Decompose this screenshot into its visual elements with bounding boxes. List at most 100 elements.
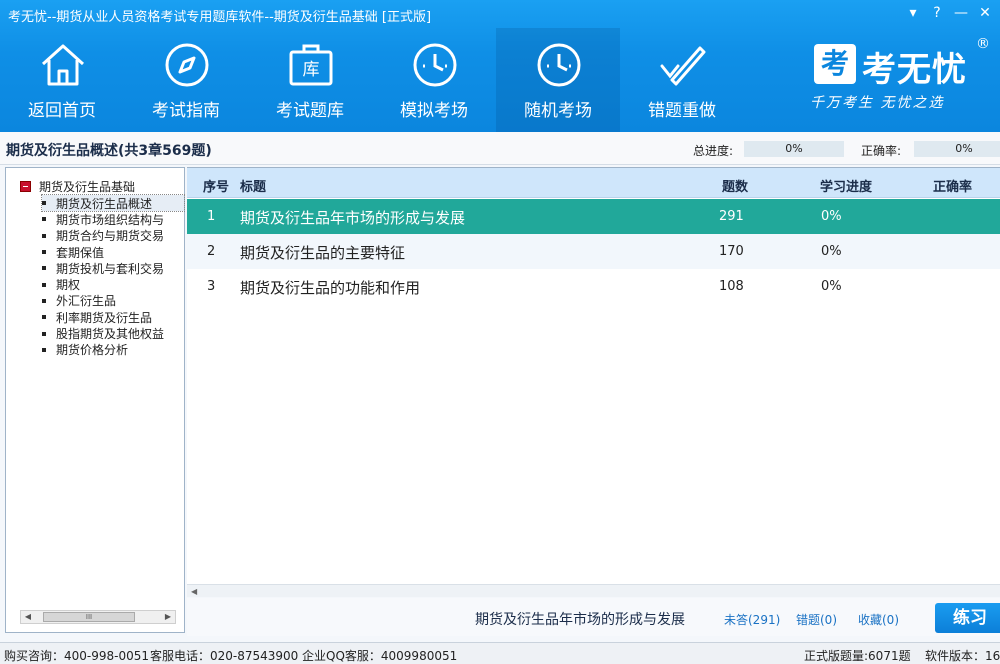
clock-icon bbox=[413, 43, 457, 87]
compass-icon bbox=[165, 43, 209, 87]
table-row[interactable]: 1 期货及衍生品年市场的形成与发展 291 0% bbox=[187, 199, 1000, 234]
tree-item[interactable]: 期货及衍生品概述 bbox=[41, 193, 185, 213]
table-row[interactable]: 3 期货及衍生品的功能和作用 108 0% bbox=[187, 269, 1000, 304]
row-title: 期货及衍生品的主要特征 bbox=[240, 244, 406, 262]
scroll-left-icon[interactable]: ◀ bbox=[191, 585, 197, 598]
col-progress: 学习进度 bbox=[820, 180, 873, 195]
exam-guide-label: 考试指南 bbox=[152, 101, 220, 121]
logo-slogan: 千万考生 无忧之选 bbox=[810, 95, 945, 111]
row-count: 291 bbox=[719, 209, 744, 224]
row-no: 2 bbox=[207, 244, 216, 259]
total-progress-bar: 0% bbox=[744, 141, 844, 157]
chapter-table: 序号 标题 题数 学习进度 正确率 1 期货及衍生品年市场的形成与发展 291 … bbox=[187, 167, 1000, 597]
scroll-left-icon[interactable]: ◀ bbox=[21, 611, 35, 623]
practice-button[interactable]: 练习 bbox=[935, 603, 1000, 633]
redo-wrong-button[interactable]: 错题重做 bbox=[620, 28, 744, 132]
scroll-thumb[interactable]: III bbox=[43, 612, 135, 622]
col-no: 序号 bbox=[203, 180, 230, 195]
tree-item-label: 期货价格分析 bbox=[56, 343, 129, 358]
tree-item[interactable]: 套期保值 bbox=[42, 244, 184, 260]
unanswered-link[interactable]: 未答(291) bbox=[724, 611, 780, 628]
tree-item[interactable]: 期货投机与套利交易 bbox=[42, 260, 184, 276]
bullet-icon bbox=[42, 266, 46, 271]
home-label: 返回首页 bbox=[28, 101, 96, 121]
tree-item-label: 外汇衍生品 bbox=[56, 294, 117, 309]
question-count: 正式版题量:6071题 bbox=[804, 649, 911, 663]
brand-logo: 考 考无忧 ® 千万考生 无忧之选 bbox=[804, 36, 994, 116]
tree-horizontal-scrollbar[interactable]: ◀ III ▶ bbox=[20, 610, 176, 624]
minimize-button[interactable]: — bbox=[952, 4, 970, 22]
tree-item[interactable]: 利率期货及衍生品 bbox=[42, 309, 184, 325]
tree-item-label: 股指期货及其他权益 bbox=[56, 327, 165, 342]
row-progress: 0% bbox=[821, 209, 842, 224]
bullet-icon bbox=[42, 298, 46, 303]
wrong-questions-link[interactable]: 错题(0) bbox=[796, 611, 837, 628]
exam-guide-button[interactable]: 考试指南 bbox=[124, 28, 248, 132]
row-progress: 0% bbox=[821, 279, 842, 294]
col-accuracy: 正确率 bbox=[933, 180, 973, 195]
help-button[interactable]: ? bbox=[928, 4, 946, 22]
window-title: 考无忧--期货从业人员资格考试专用题库软件--期货及衍生品基础 [正式版] bbox=[8, 10, 432, 25]
accuracy-label: 正确率: bbox=[861, 144, 902, 158]
title-bar: 考无忧--期货从业人员资格考试专用题库软件--期货及衍生品基础 [正式版] ▾ … bbox=[0, 0, 1000, 28]
question-bank-button[interactable]: 库 考试题库 bbox=[248, 28, 372, 132]
total-progress-label: 总进度: bbox=[693, 144, 734, 158]
row-count: 170 bbox=[719, 244, 744, 259]
check-pencil-icon bbox=[660, 46, 706, 86]
question-bank-icon: 库 bbox=[289, 44, 333, 86]
row-no: 1 bbox=[207, 209, 216, 224]
purchase-hotline: 购买咨询：400-998-0051 bbox=[4, 649, 150, 663]
row-title: 期货及衍生品的功能和作用 bbox=[240, 279, 421, 297]
chapter-tree: 期货及衍生品基础 期货及衍生品概述 期货市场组织结构与 期货合约与期货交易 套期… bbox=[5, 167, 185, 633]
random-exam-button[interactable]: 随机考场 bbox=[496, 28, 620, 132]
tree-item[interactable]: 外汇衍生品 bbox=[42, 293, 184, 309]
collapse-icon[interactable] bbox=[20, 181, 31, 192]
main-toolbar: 返回首页 考试指南 库 考试题库 模拟考场 随机考场 错题重做 bbox=[0, 28, 760, 132]
bullet-icon bbox=[42, 347, 46, 352]
table-row[interactable]: 2 期货及衍生品的主要特征 170 0% bbox=[187, 234, 1000, 269]
clock-icon bbox=[537, 43, 581, 87]
col-title: 标题 bbox=[240, 180, 267, 195]
registered-mark: ® bbox=[976, 36, 990, 52]
home-button[interactable]: 返回首页 bbox=[0, 28, 124, 132]
software-version: 软件版本：16 bbox=[925, 649, 1000, 663]
tree-item[interactable]: 期货价格分析 bbox=[42, 342, 184, 358]
header-strip: 期货及衍生品概述(共3章569题) 总进度: 0% 正确率: 0% bbox=[0, 132, 1000, 165]
page-title: 期货及衍生品概述(共3章569题) bbox=[6, 143, 212, 159]
favorites-link[interactable]: 收藏(0) bbox=[858, 611, 899, 628]
col-count: 题数 bbox=[722, 180, 749, 195]
accuracy-bar: 0% bbox=[914, 141, 1000, 157]
row-title: 期货及衍生品年市场的形成与发展 bbox=[240, 209, 466, 227]
tree-item[interactable]: 期货市场组织结构与 bbox=[42, 211, 184, 227]
row-count: 108 bbox=[719, 279, 744, 294]
tree-item[interactable]: 期货合约与期货交易 bbox=[42, 228, 184, 244]
mock-exam-label: 模拟考场 bbox=[400, 101, 468, 121]
selected-chapter-title: 期货及衍生品年市场的形成与发展 bbox=[475, 612, 685, 628]
service-phone: 客服电话：020-87543900 bbox=[150, 649, 299, 663]
tree-list: 期货及衍生品概述 期货市场组织结构与 期货合约与期货交易 套期保值 期货投机与套… bbox=[41, 193, 185, 358]
scroll-right-icon[interactable]: ▶ bbox=[161, 611, 175, 623]
question-bank-label: 考试题库 bbox=[276, 101, 344, 121]
table-header: 序号 标题 题数 学习进度 正确率 bbox=[187, 168, 1000, 198]
tree-item-label: 期货市场组织结构与 bbox=[56, 212, 165, 227]
bullet-icon bbox=[42, 233, 46, 238]
tree-item-label: 利率期货及衍生品 bbox=[56, 310, 153, 325]
menu-dropdown-button[interactable]: ▾ bbox=[904, 4, 922, 22]
close-button[interactable]: ✕ bbox=[976, 4, 994, 22]
tree-item-label: 套期保值 bbox=[56, 245, 105, 260]
status-bar: 购买咨询：400-998-0051 客服电话：020-87543900 企业QQ… bbox=[0, 642, 1000, 664]
home-icon bbox=[41, 44, 85, 86]
random-exam-label: 随机考场 bbox=[524, 101, 592, 121]
logo-mark: 考 bbox=[814, 44, 856, 84]
tree-item-label: 期货合约与期货交易 bbox=[56, 229, 165, 244]
bullet-icon bbox=[42, 250, 46, 255]
accuracy-value: 0% bbox=[955, 142, 973, 155]
mock-exam-button[interactable]: 模拟考场 bbox=[372, 28, 496, 132]
tree-root[interactable]: 期货及衍生品基础 bbox=[20, 178, 135, 195]
tree-item[interactable]: 期权 bbox=[42, 276, 184, 292]
logo-name: 考无忧 bbox=[862, 50, 967, 90]
tree-item[interactable]: 股指期货及其他权益 bbox=[42, 325, 184, 341]
tree-item-label: 期权 bbox=[56, 278, 81, 293]
window-controls: ▾ ? — ✕ bbox=[904, 4, 994, 22]
table-horizontal-scrollbar[interactable]: ◀ bbox=[187, 584, 1000, 597]
